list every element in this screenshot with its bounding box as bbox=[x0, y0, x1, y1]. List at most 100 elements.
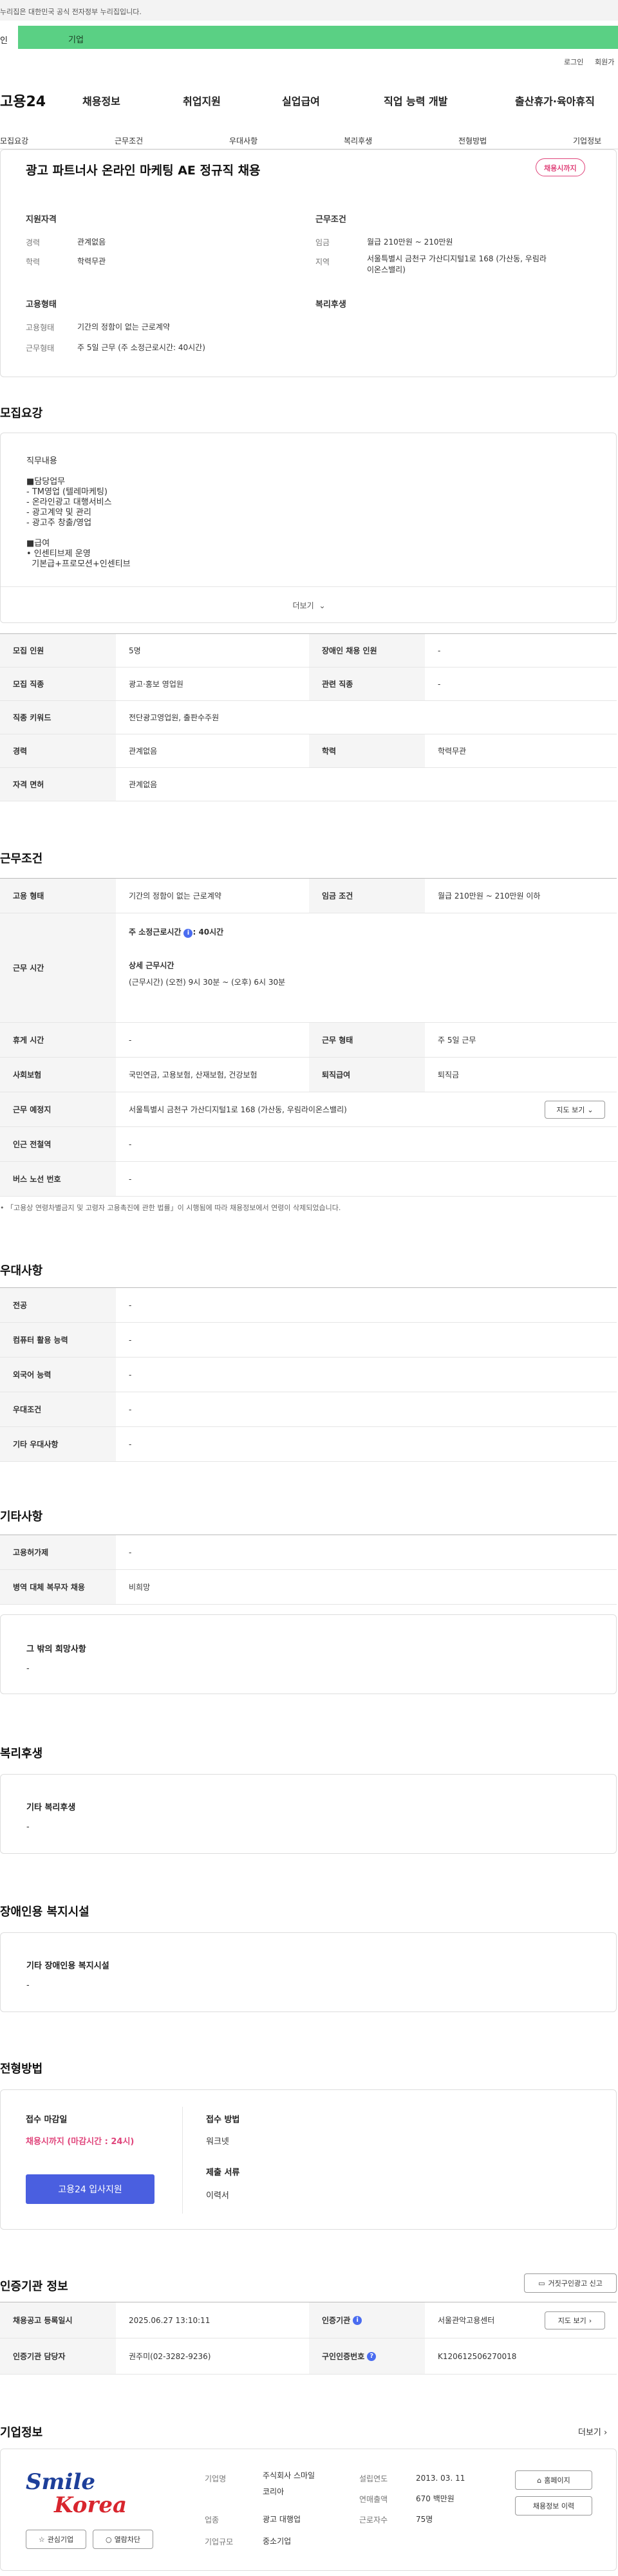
table-row: 모집 인원 5명 장애인 채용 인원 - bbox=[0, 634, 617, 667]
table-row: 고용허가제 - bbox=[0, 1535, 617, 1570]
language-value: - bbox=[129, 1370, 132, 1379]
tab-company[interactable]: 기업 bbox=[18, 26, 618, 49]
related-job-value: - bbox=[438, 679, 441, 689]
disabled-facility-box-value: - bbox=[26, 1981, 30, 1990]
section-nav-preferences[interactable]: 우대사항 bbox=[229, 135, 258, 146]
computer-key: 컴퓨터 활용 능력 bbox=[0, 1323, 116, 1357]
cert-section-title: 인증기관 정보 bbox=[0, 2280, 68, 2293]
home-icon: ⌂ bbox=[537, 2476, 542, 2485]
more-label: 더보기 bbox=[292, 601, 314, 610]
table-row: 우대조건 - bbox=[0, 1392, 617, 1427]
job-title: 광고 파트너사 온라인 마케팅 AE 정규직 채용 bbox=[26, 163, 261, 178]
company-name-line2: 코리아 bbox=[263, 2487, 285, 2496]
industry-key: 업종 bbox=[205, 2515, 220, 2525]
note-text: 「고용상 연령차별금지 및 고령자 고용촉진에 관한 법률」이 시행됨에 따라 … bbox=[6, 1204, 341, 1212]
map-button[interactable]: 지도 보기 ⌄ bbox=[545, 1101, 605, 1119]
description-more-button[interactable]: 더보기 ⌄ bbox=[1, 586, 616, 622]
staff-key: 근로자수 bbox=[359, 2515, 388, 2525]
tab-personal[interactable]: 인 bbox=[0, 26, 18, 49]
language-key: 외국어 능력 bbox=[0, 1358, 116, 1392]
apply-button[interactable]: 고용24 입사지원 bbox=[26, 2174, 154, 2204]
table-row: 인근 전철역 - bbox=[0, 1127, 617, 1162]
docs-key: 제출 서류 bbox=[206, 2168, 240, 2178]
wish-value: - bbox=[26, 1664, 30, 1674]
chevron-down-icon: ⌄ bbox=[319, 601, 326, 610]
table-row: 직종 키워드 전단광고영업원, 출판수주원 bbox=[0, 701, 617, 734]
block-company-button[interactable]: ○ 열람차단 bbox=[93, 2530, 153, 2549]
section-nav-recruit[interactable]: 모집요강 bbox=[0, 135, 28, 146]
info-icon[interactable]: ? bbox=[367, 2351, 377, 2361]
table-row: 전공 - bbox=[0, 1288, 617, 1323]
info-icon[interactable]: i bbox=[183, 929, 193, 938]
cert-id-value: K120612506270018 bbox=[438, 2351, 517, 2361]
homepage-button[interactable]: ⌂ 홈페이지 bbox=[515, 2470, 592, 2490]
major-value: - bbox=[129, 1300, 132, 1310]
report-button-label: 거짓구인광고 신고 bbox=[548, 2279, 603, 2288]
founded-value: 2013. 03. 11 bbox=[416, 2474, 465, 2483]
table-row: 모집 직종 광고·홍보 영업원 관련 직종 - bbox=[0, 667, 617, 701]
manager-value: 권주미(02-3282-9236) bbox=[129, 2351, 211, 2361]
section-nav-conditions[interactable]: 근무조건 bbox=[115, 135, 143, 146]
disabled-facility-box-title: 기타 장애인용 복지시설 bbox=[26, 1961, 109, 1971]
recruit-section-title: 모집요강 bbox=[0, 407, 43, 420]
section-nav-welfare[interactable]: 복리후생 bbox=[344, 135, 372, 146]
section-nav-selection[interactable]: 전형방법 bbox=[458, 135, 487, 146]
gov-notice-strip: 누리집은 대한민국 공식 전자정부 누리집입니다. bbox=[0, 0, 618, 21]
login-link[interactable]: 로그인 bbox=[564, 57, 583, 67]
military-key: 병역 대체 복무자 채용 bbox=[0, 1570, 116, 1604]
site-logo[interactable]: 고용24 bbox=[0, 90, 46, 111]
summary-emptype-value: 기간의 정함이 없는 근로계약 bbox=[77, 322, 170, 331]
welfare-box: 기타 복리후생 - bbox=[0, 1774, 617, 1854]
cert-map-button[interactable]: 지도 보기 › bbox=[545, 2311, 605, 2329]
severance-value: 퇴직금 bbox=[438, 1070, 460, 1079]
gov-notice: 누리집은 대한민국 공식 전자정부 누리집입니다. bbox=[0, 8, 142, 16]
pref-key: 우대조건 bbox=[0, 1392, 116, 1426]
bullet-icon: • bbox=[0, 1204, 5, 1212]
company-name-value: 주식회사 스마일 코리아 bbox=[263, 2470, 315, 2497]
etc-pref-key: 기타 우대사항 bbox=[0, 1427, 116, 1461]
welfare-box-title: 기타 복리후생 bbox=[26, 1803, 76, 1813]
industry-value: 광고 대행업 bbox=[263, 2515, 301, 2524]
company-logo-bottom: Korea bbox=[54, 2492, 127, 2518]
hours-weekly: 주 소정근로시간 i: 40시간 bbox=[129, 926, 223, 938]
company-more-link[interactable]: 더보기 › bbox=[578, 2425, 607, 2438]
subway-value: - bbox=[129, 1139, 132, 1149]
permit-key: 고용허가제 bbox=[0, 1535, 116, 1569]
block-icon: ○ bbox=[105, 2535, 112, 2544]
severance-key: 퇴직급여 bbox=[309, 1058, 425, 1092]
gnb-item-unemployment[interactable]: 실업급여 bbox=[282, 93, 320, 108]
rest-key: 휴게 시간 bbox=[0, 1023, 116, 1057]
gnb-item-jobs[interactable]: 채용정보 bbox=[82, 93, 120, 108]
conditions-section-title: 근무조건 bbox=[0, 852, 43, 866]
edu-key: 학력 bbox=[309, 734, 425, 767]
deadline-value: 채용시까지 (마감시간 : 24시) bbox=[26, 2137, 135, 2147]
method-value: 워크넷 bbox=[206, 2137, 229, 2147]
table-row: 고용 형태 기간의 정함이 없는 근로계약 임금 조건 월급 210만원 ~ 2… bbox=[0, 879, 617, 913]
false-ad-report-button[interactable]: ▭ 거짓구인광고 신고 bbox=[524, 2273, 617, 2293]
summary-region-line1: 서울특별시 금천구 가산디지털1로 168 (가산동, 우림라 bbox=[367, 254, 547, 263]
insurance-value: 국민연금, 고용보험, 산재보험, 건강보험 bbox=[129, 1070, 258, 1079]
method-key: 접수 방법 bbox=[206, 2115, 240, 2125]
reg-date-value: 2025.06.27 13:10:11 bbox=[129, 2315, 211, 2325]
cond-heading: 근무조건 bbox=[315, 215, 346, 225]
career-key: 경력 bbox=[0, 734, 116, 767]
welfare-section-title: 복리후생 bbox=[0, 1747, 43, 1760]
company-name-line1: 주식회사 스마일 bbox=[263, 2471, 315, 2480]
gnb-item-employment-support[interactable]: 취업지원 bbox=[183, 93, 221, 108]
founded-key: 설립연도 bbox=[359, 2474, 388, 2483]
summary-region-value: 서울특별시 금천구 가산디지털1로 168 (가산동, 우림라 이온스밸리) bbox=[367, 254, 605, 275]
signup-link[interactable]: 회원가 bbox=[595, 57, 614, 67]
summary-emptype-key: 고용형태 bbox=[26, 323, 55, 332]
keyword-key: 직종 키워드 bbox=[0, 701, 116, 734]
gnb-item-leave[interactable]: 출산휴가·육아휴직 bbox=[515, 93, 595, 108]
job-history-button[interactable]: 채용정보 이력 bbox=[515, 2496, 592, 2515]
favorite-company-button[interactable]: ☆ 관심기업 bbox=[26, 2530, 86, 2549]
table-row: 병역 대체 복무자 채용 비희망 bbox=[0, 1570, 617, 1605]
section-nav-company[interactable]: 기업정보 bbox=[573, 135, 601, 146]
info-icon[interactable]: i bbox=[353, 2315, 362, 2325]
table-row: 자격 면허 관계없음 bbox=[0, 768, 617, 801]
summary-wage-key: 임금 bbox=[315, 238, 330, 247]
hours-weekly-label: 주 소정근로시간 bbox=[129, 928, 182, 937]
hours-weekly-value: : 40시간 bbox=[192, 928, 224, 937]
gnb-item-training[interactable]: 직업 능력 개발 bbox=[384, 93, 447, 108]
